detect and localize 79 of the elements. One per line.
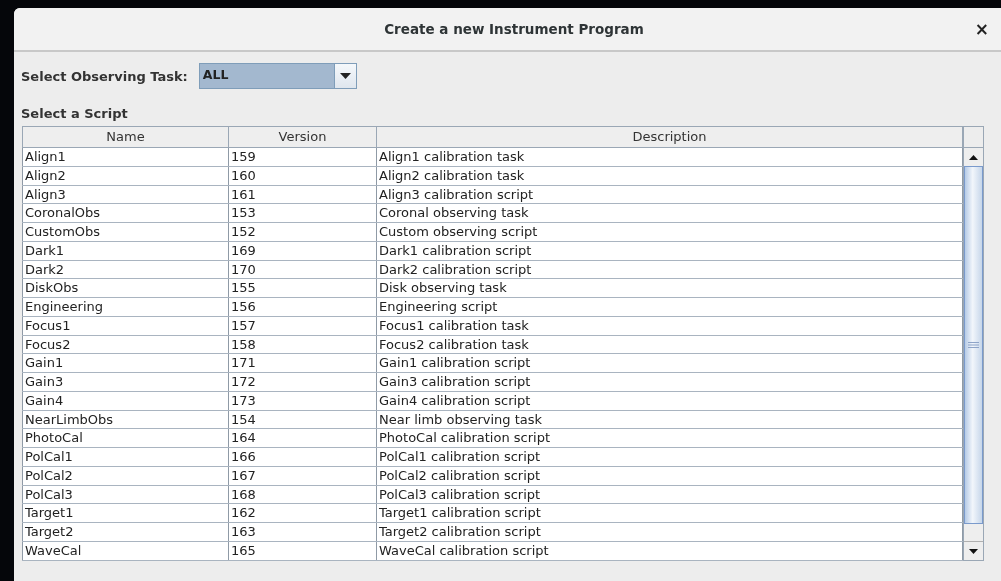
table-cell: Focus2 calibration task: [377, 335, 963, 354]
table-cell: Gain1 calibration script: [377, 354, 963, 372]
column-header[interactable]: Version: [229, 127, 377, 147]
table-cell: Gain4 calibration script: [377, 391, 963, 410]
table-cell: Gain1: [22, 354, 229, 372]
table-cell: 163: [229, 523, 377, 541]
table-cell: 165: [229, 541, 377, 560]
table-cell: Target1: [22, 504, 229, 522]
table-cell: Gain3: [22, 373, 229, 391]
task-dropdown[interactable]: ALL: [198, 63, 357, 89]
table-cell: NearLimbObs: [22, 410, 229, 429]
table-cell: PolCal3: [22, 485, 229, 504]
table-cell: Align1 calibration task: [377, 148, 963, 166]
table-cell: Target1 calibration script: [377, 504, 963, 522]
table-cell: DiskObs: [22, 279, 229, 297]
table-cell: WaveCal: [22, 541, 229, 560]
table-cell: PolCal3 calibration script: [377, 485, 963, 504]
table-cell: 154: [229, 410, 377, 429]
table-cell: 172: [229, 373, 377, 391]
table-cell: 155: [229, 279, 377, 297]
table-cell: Custom observing script: [377, 223, 963, 241]
table-cell: Dark2: [22, 260, 229, 279]
table-cell: WaveCal calibration script: [377, 541, 963, 560]
down-arrow-icon: [969, 548, 978, 554]
table-cell: 156: [229, 298, 377, 316]
table-cell: 153: [229, 204, 377, 222]
table-cell: Disk observing task: [377, 279, 963, 297]
table-cell: Dark2 calibration script: [377, 260, 963, 279]
table-cell: PolCal1: [22, 448, 229, 466]
table-cell: Near limb observing task: [377, 410, 963, 429]
section-title: Select a Script: [21, 105, 129, 123]
table-cell: PolCal2: [22, 466, 229, 485]
grip-icon: [968, 342, 979, 348]
table-cell: Align1: [22, 148, 229, 166]
table-cell: Gain4: [22, 391, 229, 410]
table-cell: Dark1 calibration script: [377, 241, 963, 260]
table-cell: 166: [229, 448, 377, 466]
table-cell: Dark1: [22, 241, 229, 260]
close-button[interactable]: ×: [972, 20, 991, 38]
table-cell: PhotoCal calibration script: [377, 429, 963, 447]
table-cell: Align2 calibration task: [377, 166, 963, 185]
scrollbar-thumb[interactable]: [964, 166, 983, 524]
table-cell: Align2: [22, 166, 229, 185]
table-cell: 171: [229, 354, 377, 372]
table-cell: Engineering: [22, 298, 229, 316]
table-cell: CustomObs: [22, 223, 229, 241]
table-cell: Engineering script: [377, 298, 963, 316]
table-cell: 160: [229, 166, 377, 185]
table-cell: Target2 calibration script: [377, 523, 963, 541]
table-cell: PolCal1 calibration script: [377, 448, 963, 466]
table-cell: PhotoCal: [22, 429, 229, 447]
table-cell: Target2: [22, 523, 229, 541]
up-arrow-icon: [969, 154, 978, 160]
table-cell: 170: [229, 260, 377, 279]
table-cell: Focus1: [22, 316, 229, 335]
table-cell: 169: [229, 241, 377, 260]
table-cell: 164: [229, 429, 377, 447]
table-cell: Focus1 calibration task: [377, 316, 963, 335]
table-cell: PolCal2 calibration script: [377, 466, 963, 485]
table-cell: 159: [229, 148, 377, 166]
column-header[interactable]: Description: [377, 127, 963, 147]
table-cell: Align3 calibration script: [377, 185, 963, 204]
table-cell: Align3: [22, 185, 229, 204]
table-cell: 168: [229, 485, 377, 504]
table-cell: Gain3 calibration script: [377, 373, 963, 391]
table-cell: Coronal observing task: [377, 204, 963, 222]
table-cell: Focus2: [22, 335, 229, 354]
caret-icon: [339, 73, 351, 79]
table-cell: 173: [229, 391, 377, 410]
table-cell: 158: [229, 335, 377, 354]
table-cell: 152: [229, 223, 377, 241]
table-cell: 167: [229, 466, 377, 485]
column-header[interactable]: Name: [23, 127, 229, 147]
table-cell: CoronalObs: [22, 204, 229, 222]
task-label: Select Observing Task:: [21, 68, 188, 84]
table-cell: 162: [229, 504, 377, 522]
table-cell: 157: [229, 316, 377, 335]
window-title: Create a new Instrument Program: [384, 21, 644, 37]
table-cell: 161: [229, 185, 377, 204]
